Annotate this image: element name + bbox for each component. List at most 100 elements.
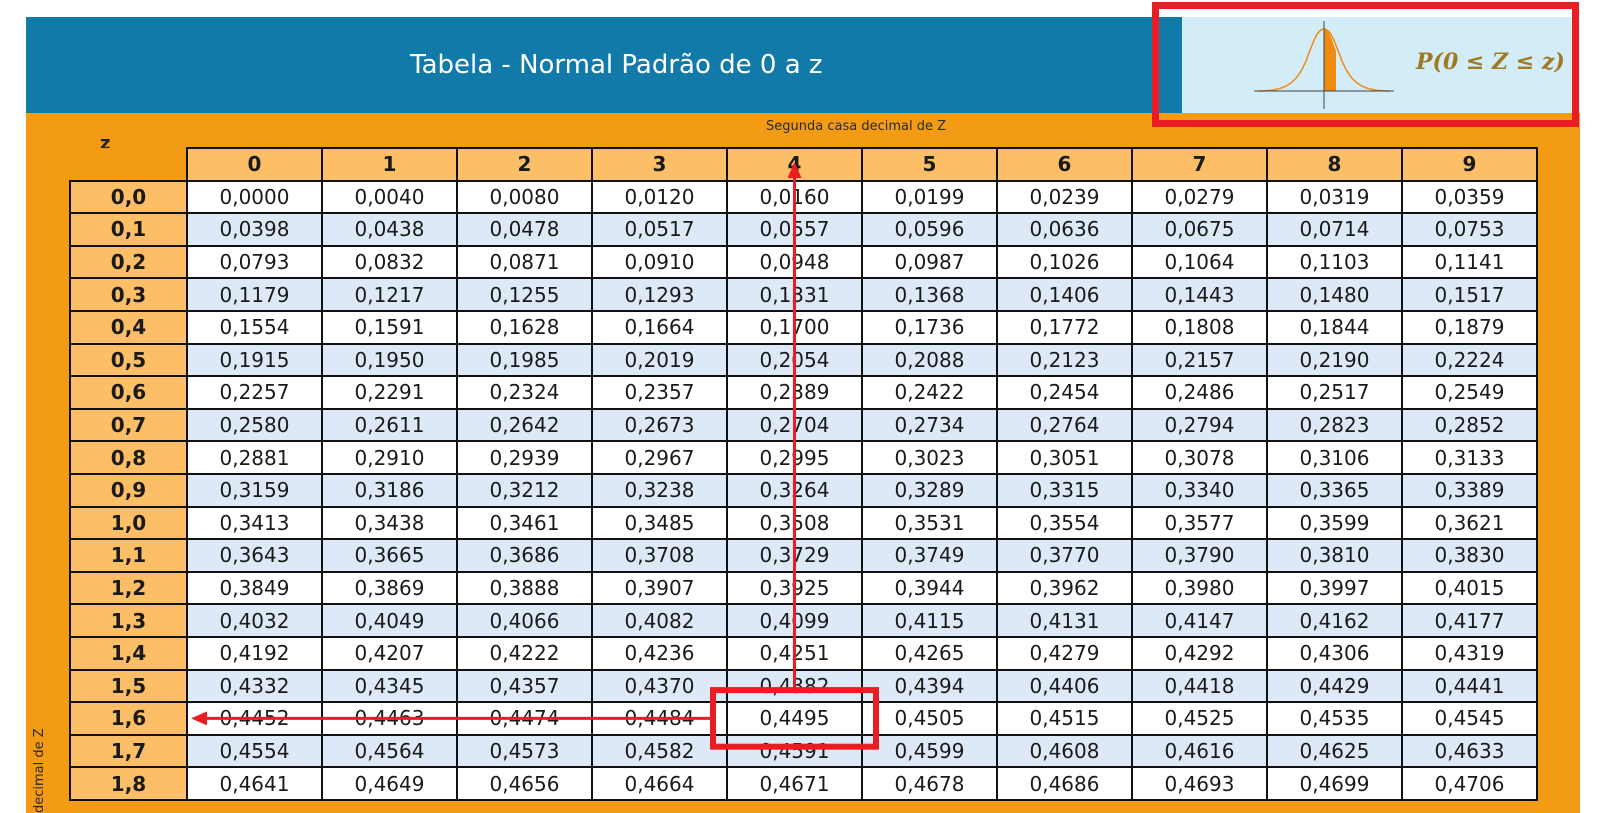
table-cell: 0,4625 <box>1266 733 1403 769</box>
table-cell: 0,1950 <box>321 342 458 378</box>
column-header-0: 0 <box>186 147 323 182</box>
table-cell: 0,4656 <box>456 766 593 801</box>
table-cell: 0,2881 <box>186 440 323 475</box>
table-cell: 0,2224 <box>1401 342 1538 378</box>
table-cell: 0,2794 <box>1131 407 1268 443</box>
table-cell: 0,2454 <box>996 375 1133 410</box>
table-cell: 0,4131 <box>996 603 1133 638</box>
table-cell: 0,2019 <box>591 342 728 378</box>
table-cell: 0,3438 <box>321 505 458 541</box>
table-cell: 0,4306 <box>1266 635 1403 671</box>
table-cell: 0,0987 <box>861 244 998 280</box>
table-cell: 0,4370 <box>591 668 728 704</box>
table-cell: 0,2486 <box>1131 375 1268 410</box>
table-cell: 0,2190 <box>1266 342 1403 378</box>
table-row: 1,5 0,4332 0,4345 0,4357 0,4370 0,4382 0,4394 0… <box>69 668 1538 704</box>
row-header: 1,4 <box>69 635 188 671</box>
table-cell: 0,4484 <box>591 701 728 736</box>
table-cell: 0,3643 <box>186 538 323 573</box>
table-cell: 0,3790 <box>1131 538 1268 573</box>
table-cell: 0,3365 <box>1266 472 1403 508</box>
row-header: 1,6 <box>69 701 188 736</box>
table-cell: 0,3849 <box>186 570 323 606</box>
table-cell: 0,3980 <box>1131 570 1268 606</box>
column-header-1: 1 <box>321 147 458 182</box>
table-cell: 0,3078 <box>1131 440 1268 475</box>
table-cell: 0,4251 <box>726 635 863 671</box>
table-cell: 0,3621 <box>1401 505 1538 541</box>
table-cell: 0,2764 <box>996 407 1133 443</box>
table-cell: 0,4265 <box>861 635 998 671</box>
row-header: 0,9 <box>69 472 188 508</box>
row-header: 1,8 <box>69 766 188 801</box>
table-cell: 0,3212 <box>456 472 593 508</box>
table-cell: 0,1772 <box>996 309 1133 345</box>
table-row: 1,1 0,3643 0,3665 0,3686 0,3708 0,3729 0,3749 0… <box>69 538 1538 573</box>
table-cell: 0,4292 <box>1131 635 1268 671</box>
table-cell: 0,4049 <box>321 603 458 638</box>
row-header: 1,1 <box>69 538 188 573</box>
table-row: 0,7 0,2580 0,2611 0,2642 0,2673 0,2704 0,2734 0… <box>69 407 1538 443</box>
table-cell: 0,4564 <box>321 733 458 769</box>
table-cell: 0,4706 <box>1401 766 1538 801</box>
table-cell: 0,4162 <box>1266 603 1403 638</box>
table-cell: 0,3508 <box>726 505 863 541</box>
table-row: 0,0 0,0000 0,0040 0,0080 0,0120 0,0160 0,0199 0… <box>69 179 1538 215</box>
table-cell: 0,3830 <box>1401 538 1538 573</box>
table-cell: 0,4608 <box>996 733 1133 769</box>
table-cell: 0,3925 <box>726 570 863 606</box>
table-cell: 0,4474 <box>456 701 593 736</box>
table-cell: 0,3264 <box>726 472 863 508</box>
table-cell: 0,0832 <box>321 244 458 280</box>
table-cell: 0,4177 <box>1401 603 1538 638</box>
side-caption: decimal de Z <box>32 728 47 813</box>
column-header-2: 2 <box>456 147 593 182</box>
table-cell: 0,3413 <box>186 505 323 541</box>
column-header-5: 5 <box>861 147 998 182</box>
table-row: 0,8 0,2881 0,2910 0,2939 0,2967 0,2995 0,3023 0… <box>69 440 1538 475</box>
table-cell: 0,3686 <box>456 538 593 573</box>
table-cell: 0,1064 <box>1131 244 1268 280</box>
row-header: 0,5 <box>69 342 188 378</box>
table-cell: 0,2995 <box>726 440 863 475</box>
table-cell: 0,3340 <box>1131 472 1268 508</box>
table-cell: 0,2357 <box>591 375 728 410</box>
table-cell: 0,4678 <box>861 766 998 801</box>
table-body: 0,0 0,0000 0,0040 0,0080 0,0120 0,0160 0,0199 0… <box>69 179 1538 801</box>
table-cell: 0,4545 <box>1401 701 1538 736</box>
table-cell: 0,4554 <box>186 733 323 769</box>
table-cell: 0,2967 <box>591 440 728 475</box>
table-cell: 0,4515 <box>996 701 1133 736</box>
table-cell: 0,4495 <box>726 701 863 736</box>
table-row: 0,4 0,1554 0,1591 0,1628 0,1664 0,1700 0,1736 0… <box>69 309 1538 345</box>
table-cell: 0,4616 <box>1131 733 1268 769</box>
table-cell: 0,0239 <box>996 179 1133 215</box>
table-cell: 0,3869 <box>321 570 458 606</box>
table-cell: 0,0080 <box>456 179 593 215</box>
table-cell: 0,4345 <box>321 668 458 704</box>
table-cell: 0,4192 <box>186 635 323 671</box>
table-cell: 0,1179 <box>186 277 323 312</box>
table-cell: 0,4319 <box>1401 635 1538 671</box>
table-cell: 0,4207 <box>321 635 458 671</box>
column-header-7: 7 <box>1131 147 1268 182</box>
table-cell: 0,3461 <box>456 505 593 541</box>
table-cell: 0,4599 <box>861 733 998 769</box>
table-cell: 0,3315 <box>996 472 1133 508</box>
table-cell: 0,4015 <box>1401 570 1538 606</box>
table-row: 1,7 0,4554 0,4564 0,4573 0,4582 0,4591 0,4599 0… <box>69 733 1538 769</box>
table-cell: 0,1368 <box>861 277 998 312</box>
table-cell: 0,2823 <box>1266 407 1403 443</box>
table-cell: 0,2324 <box>456 375 593 410</box>
table-cell: 0,2291 <box>321 375 458 410</box>
table-cell: 0,0753 <box>1401 212 1538 247</box>
table-cell: 0,4032 <box>186 603 323 638</box>
table-cell: 0,4671 <box>726 766 863 801</box>
table-cell: 0,4441 <box>1401 668 1538 704</box>
table-cell: 0,2088 <box>861 342 998 378</box>
table-cell: 0,3531 <box>861 505 998 541</box>
table-cell: 0,1026 <box>996 244 1133 280</box>
table-cell: 0,4573 <box>456 733 593 769</box>
table-cell: 0,1700 <box>726 309 863 345</box>
table-cell: 0,2054 <box>726 342 863 378</box>
